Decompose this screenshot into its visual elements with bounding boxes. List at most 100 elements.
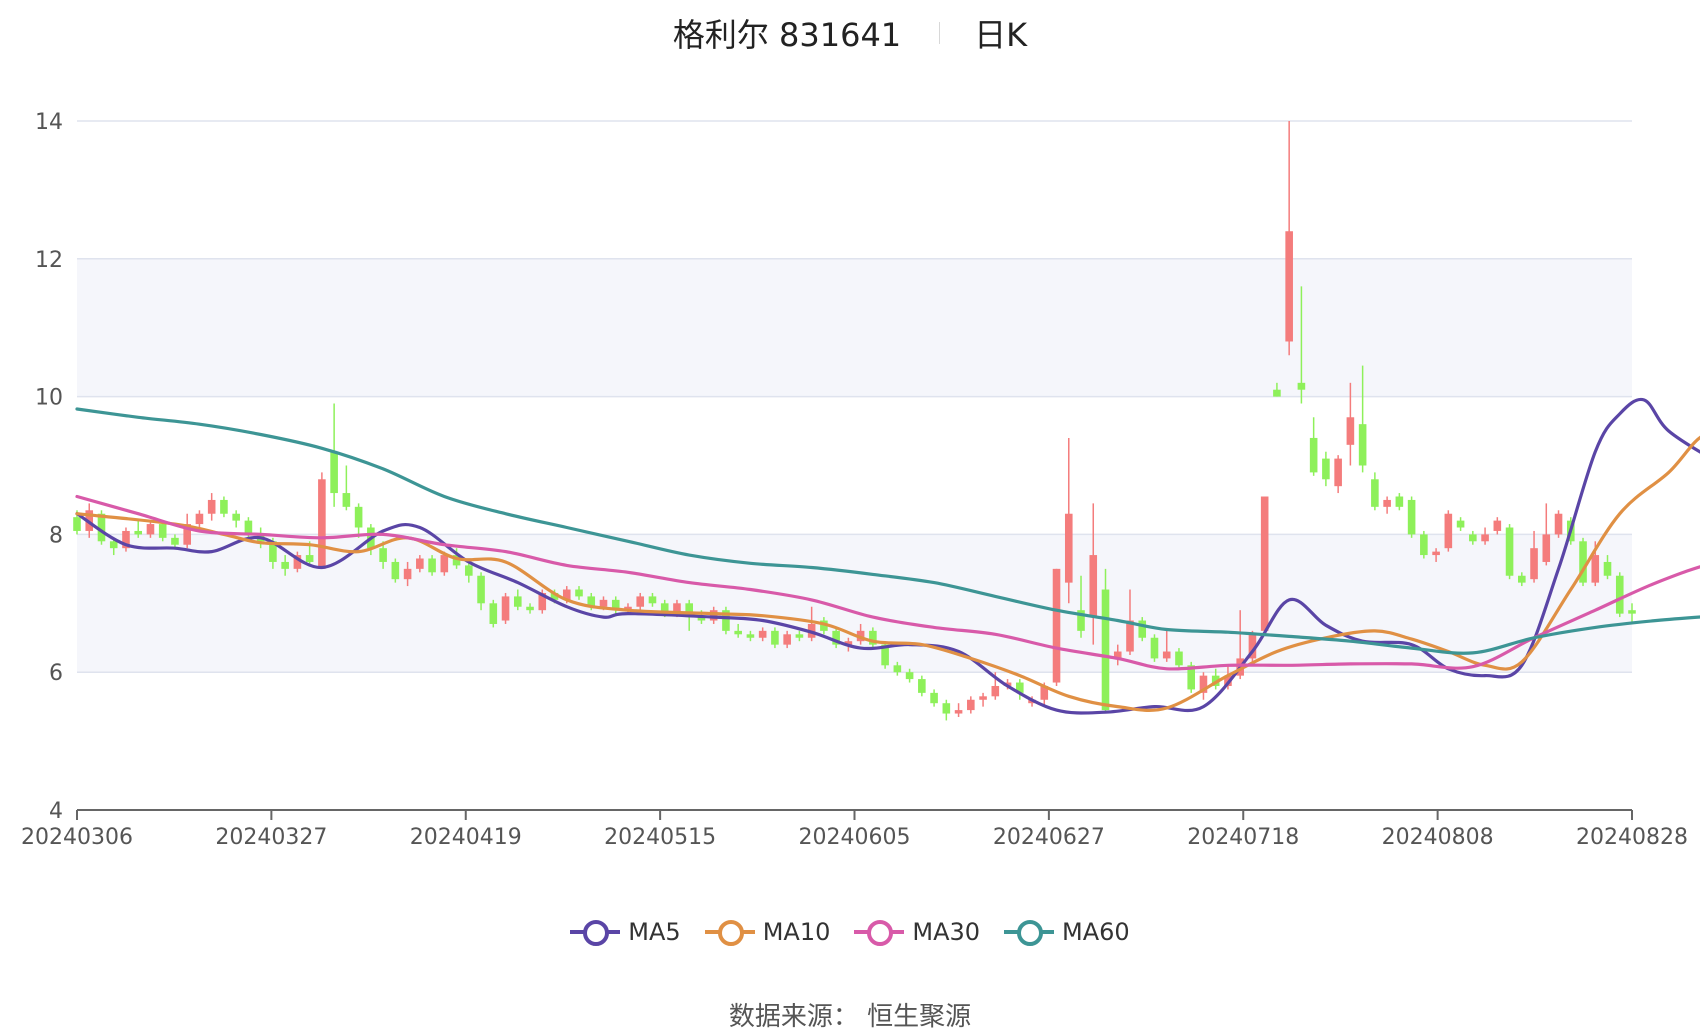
candle-body <box>526 606 534 611</box>
x-tick-label: 20240419 <box>410 825 522 850</box>
candle-body <box>73 517 81 531</box>
candle-body <box>1175 651 1183 666</box>
y-axis: 4 6 8 10 12 14 <box>35 110 63 824</box>
candle-body <box>1530 548 1538 580</box>
candle-body <box>1432 551 1440 556</box>
candle-body <box>954 710 963 714</box>
candle-body <box>1346 417 1355 445</box>
candle-body <box>967 699 975 711</box>
plot-band <box>77 121 1632 259</box>
candle-body <box>146 524 155 535</box>
plot-band <box>77 672 1632 810</box>
candle-body <box>599 599 608 607</box>
candle-body <box>942 703 951 714</box>
candle-body <box>979 696 987 700</box>
candle-body <box>379 548 387 562</box>
legend-item-ma30[interactable]: MA30 <box>854 918 980 946</box>
candle-body <box>1615 575 1624 614</box>
data-source: 数据来源： 恒生聚源 <box>728 1002 972 1032</box>
candle-body <box>489 603 498 624</box>
x-tick-label: 20240515 <box>604 825 716 850</box>
candle-body <box>1309 437 1318 473</box>
candle-body <box>391 561 400 580</box>
y-tick-label: 14 <box>35 110 63 135</box>
legend-label: MA10 <box>762 918 831 946</box>
candle-body <box>771 630 779 645</box>
candle-body <box>109 541 118 549</box>
legend-swatch <box>854 918 905 946</box>
candle-body <box>428 558 436 573</box>
y-tick-label: 4 <box>49 799 63 824</box>
x-tick-label: 20240808 <box>1382 825 1494 850</box>
candle-body <box>1420 534 1428 556</box>
candle-body <box>1150 637 1159 659</box>
legend-marker <box>717 920 744 946</box>
candle-body <box>991 685 1000 697</box>
candle-body <box>575 589 583 597</box>
candle-body <box>930 692 938 704</box>
candle-body <box>1628 610 1636 614</box>
legend-label: MA5 <box>628 918 681 946</box>
candle-body <box>513 596 522 607</box>
y-tick-label: 10 <box>35 386 63 411</box>
candle-body <box>795 634 804 638</box>
x-tick-label: 20240605 <box>799 825 911 850</box>
candle-body <box>207 499 216 514</box>
legend-swatch <box>704 918 755 946</box>
candle-body <box>1603 561 1612 576</box>
candle-body <box>734 630 742 635</box>
candle-body <box>281 561 289 569</box>
candle-body <box>636 596 645 607</box>
candle-body <box>893 665 902 673</box>
candle-body <box>134 530 143 535</box>
candle-body <box>1162 651 1171 659</box>
candle-body <box>1138 620 1147 638</box>
candle-body <box>1493 520 1502 531</box>
legend-label: MA30 <box>912 918 981 946</box>
candle-body <box>1371 479 1379 507</box>
candle-body <box>1358 424 1367 466</box>
candle-body <box>171 537 179 545</box>
candle-body <box>1260 496 1269 631</box>
candle-body <box>1285 231 1293 342</box>
candle-body <box>158 524 167 538</box>
legend-marker <box>867 920 894 946</box>
legend: MA5 MA10 MA30 MA60 <box>0 918 1700 946</box>
candle-body <box>648 596 657 604</box>
legend-item-ma10[interactable]: MA10 <box>704 918 831 946</box>
candle-body <box>440 555 449 573</box>
candle-body <box>1469 534 1477 542</box>
candle-body <box>477 575 485 604</box>
legend-swatch <box>1004 918 1055 946</box>
candle-body <box>330 451 338 494</box>
candle-body <box>1554 513 1563 535</box>
candle-body <box>465 565 473 576</box>
y-tick-label: 12 <box>35 248 63 273</box>
candle-body <box>746 634 755 638</box>
candle-body <box>1407 499 1416 535</box>
legend-item-ma60[interactable]: MA60 <box>1004 918 1130 946</box>
candle-body <box>905 672 914 680</box>
candle-body <box>305 555 314 562</box>
candle-body <box>1505 527 1514 576</box>
y-tick-label: 6 <box>49 661 63 686</box>
x-tick-label: 20240627 <box>993 825 1105 850</box>
x-tick-label: 20240306 <box>21 825 133 850</box>
candle-body <box>1383 499 1391 507</box>
candle-body <box>342 493 351 507</box>
candle-body <box>1064 513 1073 583</box>
candle-body <box>1481 534 1489 542</box>
candle-body <box>403 568 412 580</box>
candle-body <box>1444 513 1453 549</box>
y-tick-label: 8 <box>49 523 63 548</box>
candle-body <box>1297 382 1306 390</box>
x-tick-label: 20240327 <box>215 825 327 850</box>
candle-body <box>318 479 326 569</box>
candle-body <box>1591 555 1600 583</box>
legend-swatch <box>570 918 621 946</box>
plot-band <box>77 396 1632 535</box>
x-tick-label: 20240718 <box>1187 825 1299 850</box>
candle-body <box>1089 555 1098 618</box>
legend-item-ma5[interactable]: MA5 <box>570 918 681 946</box>
candle-body <box>1052 568 1061 683</box>
